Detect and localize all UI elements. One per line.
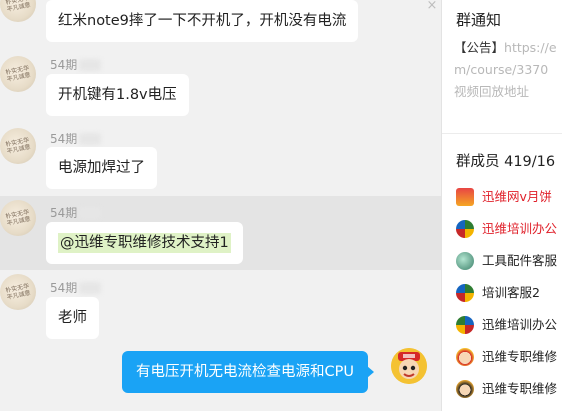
self-message-bubble: 有电压开机无电流检查电源和CPU	[122, 351, 374, 393]
chat-message: 朴实无华 平凡诚意 54期 老师	[0, 270, 441, 346]
sender-name: 54期	[50, 279, 102, 296]
member-name: 迅维培训办公	[482, 221, 558, 236]
member-item[interactable]: 迅维培训办公	[456, 315, 562, 335]
group-notice[interactable]: 【公告】https://e m/course/3370 视频回放地址	[454, 37, 562, 103]
message-bubble: @迅维专职维修技术支持1	[46, 222, 243, 264]
member-item[interactable]: 培训客服2	[456, 283, 562, 303]
member-avatar	[456, 220, 474, 238]
notice-tag: 【公告】	[454, 40, 505, 55]
member-avatar	[456, 252, 474, 270]
members-title[interactable]: 群成员 419/16	[456, 150, 555, 171]
member-avatar	[456, 348, 474, 366]
member-name: 迅维培训办公	[482, 317, 558, 332]
member-avatar	[456, 380, 474, 398]
message-bubble: 电源加焊过了	[46, 147, 157, 189]
notice-link[interactable]: m/course/3370	[454, 59, 562, 81]
self-avatar[interactable]	[391, 348, 427, 384]
divider	[442, 133, 562, 134]
notice-title: 群通知	[456, 11, 502, 29]
member-name: 工具配件客服	[482, 253, 558, 268]
sender-name: 54期	[50, 130, 102, 147]
member-avatar	[456, 188, 474, 206]
chat-message: 朴实无华 平凡诚意 54期 @迅维专职维修技术支持1	[0, 196, 441, 270]
cartoon-face-icon	[391, 348, 427, 384]
avatar[interactable]: 朴实无华 平凡诚意	[0, 0, 36, 22]
mention[interactable]: @迅维专职维修技术支持1	[58, 233, 231, 253]
message-bubble: 红米note9摔了一下不开机了，开机没有电流	[46, 0, 359, 42]
avatar[interactable]: 朴实无华 平凡诚意	[0, 128, 36, 164]
member-item[interactable]: 迅维专职维修	[456, 347, 562, 367]
chat-message: 朴实无华 平凡诚意 54期 电源加焊过了	[0, 122, 441, 196]
chat-message: 朴实无华 平凡诚意 54期 开机键有1.8v电压	[0, 50, 441, 122]
avatar[interactable]: 朴实无华 平凡诚意	[0, 56, 36, 92]
member-name: 迅维网v月饼	[482, 189, 552, 204]
chat-panel: × 朴实无华 平凡诚意 红米note9摔了一下不开机了，开机没有电流 朴实无华 …	[0, 0, 441, 411]
member-avatar	[456, 316, 474, 334]
member-item[interactable]: 迅维专职维修	[456, 379, 562, 399]
member-item[interactable]: 工具配件客服	[456, 251, 562, 271]
avatar[interactable]: 朴实无华 平凡诚意	[0, 274, 36, 310]
member-avatar	[456, 284, 474, 302]
notice-subtitle: 视频回放地址	[454, 84, 530, 99]
member-item[interactable]: 迅维培训办公	[456, 219, 562, 239]
member-item[interactable]: 迅维网v月饼	[456, 187, 562, 207]
member-name: 迅维专职维修	[482, 349, 558, 364]
sender-name: 54期	[50, 204, 102, 221]
message-bubble: 开机键有1.8v电压	[46, 74, 189, 116]
group-sidebar: 群通知 【公告】https://e m/course/3370 视频回放地址 群…	[442, 0, 562, 411]
member-name: 培训客服2	[482, 285, 540, 300]
chat-message: 朴实无华 平凡诚意 红米note9摔了一下不开机了，开机没有电流	[0, 0, 441, 50]
member-name: 迅维专职维修	[482, 381, 558, 396]
notice-link[interactable]: https://e	[504, 40, 557, 55]
sender-name: 54期	[50, 56, 102, 73]
avatar[interactable]: 朴实无华 平凡诚意	[0, 200, 36, 236]
message-bubble: 老师	[46, 297, 99, 339]
